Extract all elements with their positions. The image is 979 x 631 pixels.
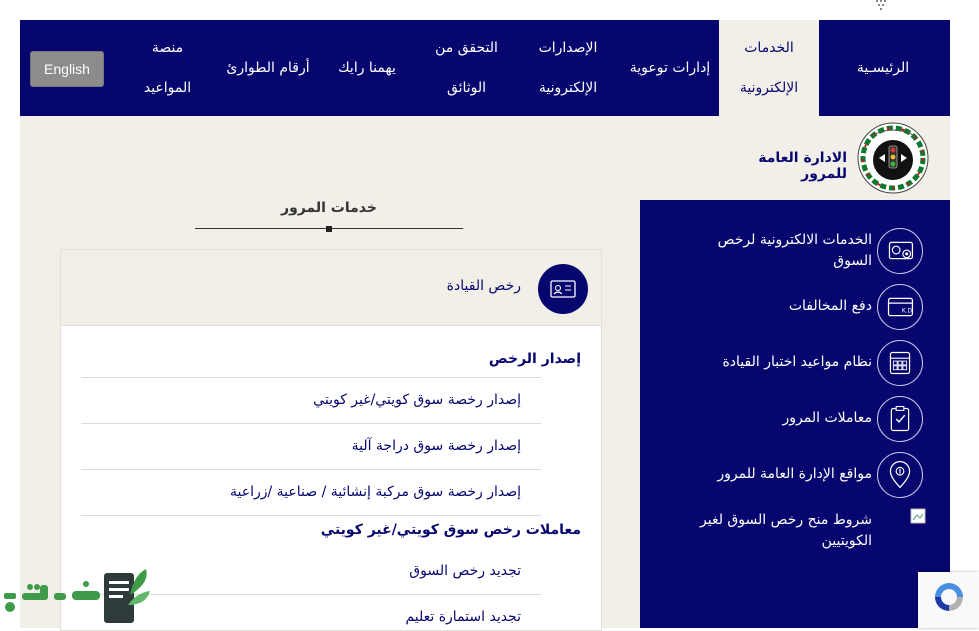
english-language-button[interactable]: English [30, 51, 104, 87]
location-pin-icon [877, 452, 923, 498]
page-content: الادارة العامة للمرور خدمات المرور الخدم… [20, 116, 950, 631]
divider [81, 515, 541, 516]
nav-item-feedback[interactable]: يهمنا رايك [328, 20, 406, 116]
svg-text:K.D: K.D [902, 309, 913, 315]
nav-item-home[interactable]: الرئيسـية [834, 20, 932, 116]
nav-item-label: الرئيسـية [856, 60, 910, 76]
section-divider-marker [326, 226, 332, 232]
nav-item-awareness[interactable]: إدارات توعوية [622, 20, 718, 116]
license-card-icon [877, 228, 923, 274]
broken-image-icon [910, 508, 926, 524]
sidebar-item-label: الخدمات الالكترونية لرخص السوق [717, 232, 872, 269]
sidebar-item-pay-violations[interactable]: K.D دفع المخالفات [640, 282, 950, 332]
sidebar-item-license-e-services[interactable]: الخدمات الالكترونية لرخص السوق [640, 226, 950, 276]
sidebar-item-label: دفع المخالفات [788, 298, 872, 314]
services-sidebar: الخدمات الالكترونية لرخص السوق K.D دفع ا… [640, 200, 950, 628]
nav-item-emergency-numbers[interactable]: أرقام الطوارئ [216, 20, 320, 116]
link-issue-construction-vehicle-license[interactable]: إصدار رخصة سوق مركبة إنشائية / صناعية /ز… [230, 484, 521, 500]
nav-item-label: إدارات توعوية [629, 60, 711, 76]
clipboard-icon [877, 396, 923, 442]
nav-item-label: التحقق من الوثائق [435, 40, 498, 96]
recaptcha-icon [935, 583, 963, 611]
fikra-watermark-logo [4, 569, 150, 623]
recaptcha-badge[interactable] [918, 572, 979, 628]
sidebar-item-non-kuwaiti-license-conditions[interactable]: شروط منح رخص السوق لغير الكويتيين [640, 506, 950, 556]
traffic-department-logo[interactable] [857, 122, 929, 194]
panel-header[interactable]: رخص القيادة [61, 250, 601, 326]
nav-item-document-verification[interactable]: التحقق من الوثائق [424, 20, 509, 116]
sidebar-item-label: معاملات المرور [782, 410, 873, 426]
sidebar-item-driving-test-appointments[interactable]: نظام مواعيد اختبار القيادة [640, 338, 950, 388]
section-heading: خدمات المرور [281, 200, 377, 216]
link-issue-motorcycle-license[interactable]: إصدار رخصة سوق دراجة آلية [352, 438, 521, 454]
kd-card-icon: K.D [877, 284, 923, 330]
nav-item-e-publications[interactable]: الإصدارات الإلكترونية [520, 20, 616, 116]
sidebar-item-traffic-transactions[interactable]: معاملات المرور [640, 394, 950, 444]
sidebar-item-label: شروط منح رخص السوق لغير الكويتيين [700, 512, 872, 549]
nav-item-label: يهمنا رايك [338, 60, 396, 76]
main-navbar: English منصة المواعيد أرقام الطوارئ يهمن… [20, 20, 950, 116]
driver-license-icon [538, 264, 588, 314]
divider [81, 423, 541, 424]
nav-item-label: منصة المواعيد [143, 40, 192, 96]
group-heading-license-transactions: معاملات رخص سوق كويتي/غير كويتي [320, 522, 581, 538]
sidebar-item-label: مواقع الإدارة العامة للمرور [717, 466, 872, 482]
divider [81, 469, 541, 470]
panel-title: رخص القيادة [446, 278, 521, 294]
link-issue-license-kuwaiti[interactable]: إصدار رخصة سوق كويتي/غير كويتي [313, 392, 521, 408]
sidebar-item-label: نظام مواعيد اختبار القيادة [722, 354, 872, 370]
divider [81, 377, 541, 378]
calendar-icon [877, 340, 923, 386]
sidebar-item-department-locations[interactable]: مواقع الإدارة العامة للمرور [640, 450, 950, 500]
nav-item-label: الإصدارات الإلكترونية [538, 40, 598, 96]
nav-item-e-services[interactable]: الخدمات الإلكترونية [719, 20, 819, 116]
link-renew-license[interactable]: تجديد رخص السوق [409, 563, 521, 579]
agency-name: الادارة العامة للمرور [758, 150, 847, 182]
link-renew-learner-form[interactable]: تجديد استمارة تعليم [405, 609, 521, 625]
nav-item-appointments[interactable]: منصة المواعيد [130, 20, 205, 116]
nav-item-label: الخدمات الإلكترونية [739, 40, 799, 96]
group-heading-issue-licenses: إصدار الرخص [488, 351, 581, 367]
grid-dots-icon [876, 0, 886, 10]
nav-item-label: أرقام الطوارئ [226, 60, 310, 76]
